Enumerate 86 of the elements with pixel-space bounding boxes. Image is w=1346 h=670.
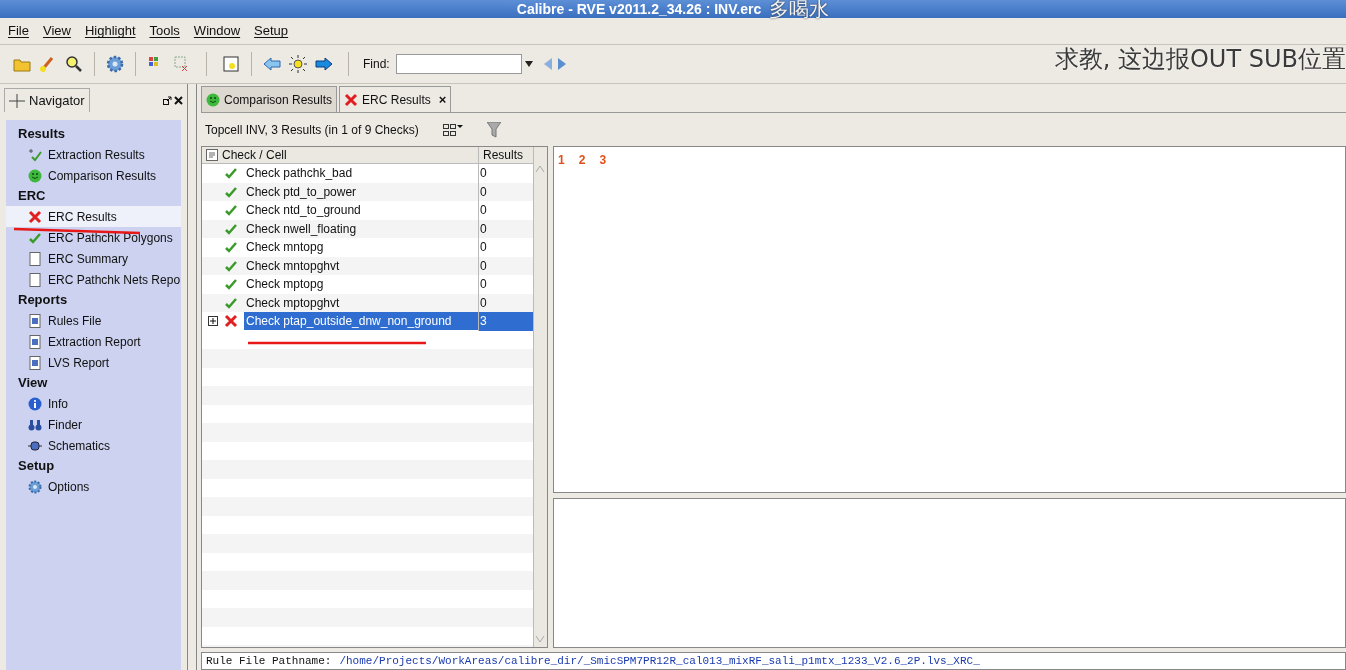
search-icon[interactable]: [64, 54, 84, 74]
gear-icon: [28, 479, 42, 494]
navigator-item[interactable]: Finder: [6, 414, 181, 435]
document-icon: [28, 272, 42, 287]
navigator-item[interactable]: Info: [6, 393, 181, 414]
next-icon[interactable]: [557, 58, 566, 70]
result-count: 0: [479, 294, 488, 312]
binoculars-icon: [28, 417, 42, 432]
check-name: Check mntopghvt: [245, 257, 341, 275]
result-count: 0: [479, 202, 488, 219]
section-heading: Setup: [17, 457, 56, 475]
navigator-item[interactable]: ERC Pathchk Nets Repo: [6, 269, 181, 290]
menu-item[interactable]: View: [42, 21, 71, 41]
result-count: 0: [479, 257, 488, 275]
navigator-item[interactable]: ERC Pathchk Polygons: [6, 227, 181, 248]
navigator-item[interactable]: ERC Summary: [6, 248, 181, 269]
right-arrow-icon[interactable]: [314, 54, 334, 74]
navigator-item[interactable]: Extraction Results: [6, 144, 181, 165]
navigator-tab[interactable]: Navigator: [4, 88, 90, 112]
menu-item[interactable]: Highlight: [84, 21, 136, 41]
document-icon: [28, 251, 42, 266]
result-link[interactable]: 3: [599, 151, 607, 169]
navigator-item[interactable]: LVS Report: [6, 352, 181, 373]
check-name: Check ptd_to_power: [245, 183, 358, 201]
check-name: Check ptap_outside_dnw_non_ground: [244, 312, 478, 331]
column-header[interactable]: Results: [479, 147, 533, 163]
result-count: 0: [479, 220, 488, 238]
list-icon: [206, 149, 218, 161]
menu-item[interactable]: Tools: [149, 21, 180, 41]
find-label: Find:: [363, 56, 390, 73]
summary-text: Topcell INV, 3 Results (in 1 of 9 Checks): [205, 121, 419, 139]
settings-icon[interactable]: [105, 54, 125, 74]
layout-icon[interactable]: [442, 123, 463, 136]
overlay-note: 多喝水: [769, 0, 830, 19]
pathname-label: Rule File Pathname:: [206, 653, 332, 669]
document-icon: [28, 334, 42, 349]
menu-item[interactable]: File: [8, 21, 29, 41]
document-icon: [28, 313, 42, 328]
info-icon: [28, 396, 42, 411]
navigator-item[interactable]: Schematics: [6, 435, 181, 456]
result-link[interactable]: 1: [558, 151, 565, 169]
section-heading: View: [17, 374, 49, 392]
column-header[interactable]: Check / Cell: [202, 147, 479, 163]
close-icon[interactable]: [174, 95, 183, 105]
result-count: 3: [479, 312, 533, 331]
pathname-value: /home/Projects/WorkAreas/calibre_dir/_SmicSPM7PR12R_cal013_mixRF_sali_p1mtx_1233_V2.6_2P.lvs_XRC_: [339, 653, 980, 669]
navigator-item[interactable]: Rules File: [6, 310, 181, 331]
extraction-icon: [28, 147, 42, 162]
check-name: Check mntopg: [245, 239, 325, 257]
cross-icon: [344, 92, 359, 107]
dropdown-icon[interactable]: [524, 61, 533, 67]
highlight-icon[interactable]: [221, 54, 241, 74]
result-count: 0: [479, 276, 488, 293]
left-arrow-icon[interactable]: [262, 54, 282, 74]
window-title: Calibre - RVE v2011.2_34.26 : INV.erc: [516, 2, 762, 16]
menu-item[interactable]: Window: [193, 21, 241, 41]
smiley-icon: [28, 168, 42, 183]
section-heading: Reports: [17, 291, 69, 309]
result-count: 0: [479, 239, 488, 256]
plug-icon: [28, 438, 42, 453]
detach-icon[interactable]: [163, 95, 172, 105]
sun-icon[interactable]: [288, 54, 308, 74]
filter-icon[interactable]: [486, 121, 501, 138]
cross-icon: [28, 209, 42, 224]
result-count: 0: [479, 165, 488, 182]
section-heading: ERC: [17, 187, 47, 205]
result-count: 0: [479, 183, 488, 201]
navigator-item[interactable]: Extraction Report: [6, 331, 181, 352]
check-name: Check pathchk_bad: [245, 165, 354, 183]
expand-icon[interactable]: [208, 316, 218, 327]
navigator-item[interactable]: Comparison Results: [6, 165, 181, 186]
document-icon: [28, 355, 42, 370]
check-name: Check mptopghvt: [245, 294, 341, 312]
section-heading: Results: [17, 125, 66, 143]
navigator-item[interactable]: Options: [6, 476, 181, 497]
navigator-item[interactable]: ERC Results: [6, 206, 181, 227]
check-name: Check nwell_floating: [245, 220, 358, 238]
results-tab[interactable]: ERC Results ×: [339, 86, 452, 112]
smiley-icon: [206, 92, 220, 107]
result-link[interactable]: 2: [578, 151, 586, 169]
results-tab[interactable]: Comparison Results: [201, 86, 338, 112]
close-tab-button[interactable]: ×: [438, 89, 447, 110]
menu-item[interactable]: Setup: [254, 21, 289, 41]
overlay-caption: 求教, 这边报OUT SUB位置: [1054, 44, 1346, 75]
check-name: Check ntd_to_ground: [245, 202, 362, 220]
check-name: Check mptopg: [245, 276, 325, 294]
